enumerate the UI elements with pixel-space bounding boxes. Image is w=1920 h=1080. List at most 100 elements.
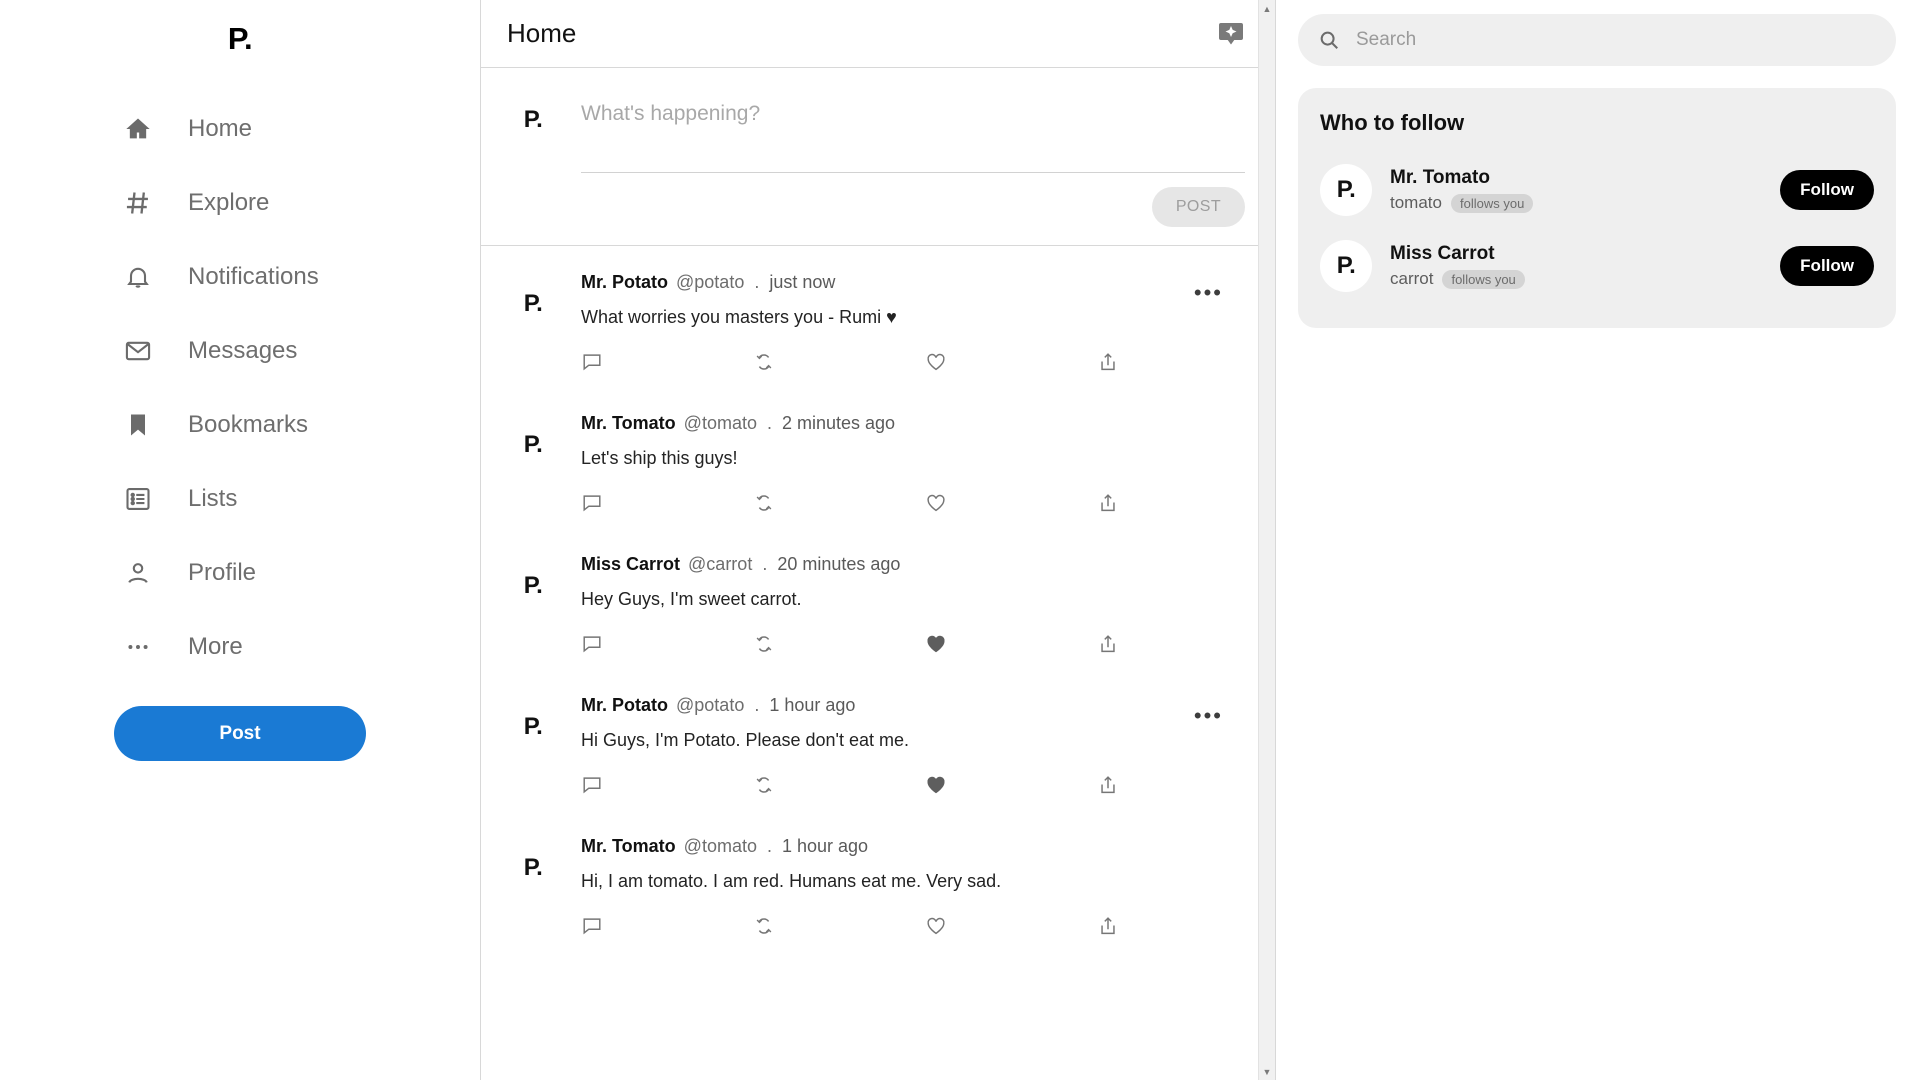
scroll-up-icon[interactable]: ▲ [1259,0,1276,17]
tweet-composer: P. POST [481,68,1275,246]
tweet-separator: . [762,554,767,576]
share-icon[interactable] [1097,351,1269,373]
tweet-author-name: Mr. Potato [581,272,668,294]
sidebar-item-bookmarks[interactable]: Bookmarks [110,388,370,462]
tweet-author-handle: @potato [676,695,744,717]
brand-logo[interactable]: P. [110,8,370,70]
share-icon[interactable] [1097,492,1269,514]
search-container[interactable] [1298,14,1896,66]
suggestion-name: Miss Carrot [1390,243,1780,265]
follow-button[interactable]: Follow [1780,246,1874,286]
sidebar-item-explore[interactable]: Explore [110,166,370,240]
primary-nav: Home Explore Notifications Messages [110,92,370,684]
right-sidebar: Who to follow P. Mr. Tomato tomato follo… [1276,0,1920,1080]
sidebar-item-profile[interactable]: Profile [110,536,370,610]
tweet-more-menu-icon[interactable]: ••• [1194,713,1223,719]
tweet-author-handle: @carrot [688,554,752,576]
tweet-item[interactable]: P. Mr. Potato @potato . 1 hour ago Hi Gu… [481,669,1275,810]
comment-icon[interactable] [581,915,753,937]
retweet-icon[interactable] [753,351,925,373]
sidebar-item-home[interactable]: Home [110,92,370,166]
status-badge: follows you [1451,194,1533,213]
tweet-item[interactable]: P. Mr. Potato @potato . just now What wo… [481,246,1275,387]
comment-icon[interactable] [581,633,753,655]
home-icon [110,115,166,143]
heart-icon[interactable] [925,492,1097,514]
tweet-timestamp: 2 minutes ago [782,413,895,435]
person-icon [110,559,166,587]
sidebar-item-label: More [188,633,243,661]
sidebar-item-label: Bookmarks [188,411,308,439]
tweet-separator: . [767,836,772,858]
page-title: Home [507,18,576,49]
post-submit-button[interactable]: POST [1152,187,1245,227]
tweet-actions [581,915,1269,937]
tweet-text: Hey Guys, I'm sweet carrot. [581,588,1269,611]
composer-actions: POST [581,187,1245,227]
compose-post-button[interactable]: Post [114,706,366,761]
left-sidebar: P. Home Explore Notifications [0,0,481,1080]
tweet-author-handle: @tomato [684,413,757,435]
heart-icon[interactable] [925,774,1097,796]
tweet-header: Miss Carrot @carrot . 20 minutes ago [581,554,1269,576]
tweet-author-handle: @tomato [684,836,757,858]
feed-scroll-area: P. POST P. Mr. Potato @potato . just no [481,68,1275,1080]
tweet-item[interactable]: P. Miss Carrot @carrot . 20 minutes ago … [481,528,1275,669]
comment-icon[interactable] [581,774,753,796]
sidebar-item-more[interactable]: More [110,610,370,684]
status-badge: follows you [1442,270,1524,289]
feed-column: Home P. POST P. Mr [481,0,1276,1080]
tweet-item[interactable]: P. Mr. Tomato @tomato . 1 hour ago Hi, I… [481,810,1275,951]
heart-icon[interactable] [925,351,1097,373]
tweet-item[interactable]: P. Mr. Tomato @tomato . 2 minutes ago Le… [481,387,1275,528]
feed-scrollbar[interactable]: ▲ ▼ [1258,0,1275,1080]
tweet-timestamp: 1 hour ago [769,695,855,717]
suggestion-handle: carrot [1390,269,1433,289]
tweet-header: Mr. Tomato @tomato . 2 minutes ago [581,413,1269,435]
sidebar-item-label: Lists [188,485,237,513]
heart-icon[interactable] [925,633,1097,655]
tweet-timestamp: just now [769,272,835,294]
tweet-text: Hi Guys, I'm Potato. Please don't eat me… [581,729,1269,752]
follow-suggestion-row[interactable]: P. Mr. Tomato tomato follows you Follow [1320,152,1874,228]
comment-icon[interactable] [581,492,753,514]
sparkle-bubble-icon[interactable] [1211,14,1251,54]
sidebar-item-messages[interactable]: Messages [110,314,370,388]
follow-button[interactable]: Follow [1780,170,1874,210]
tweet-separator: . [767,413,772,435]
retweet-icon[interactable] [753,633,925,655]
tweet-body: Mr. Potato @potato . just now What worri… [581,272,1269,373]
who-to-follow-card: Who to follow P. Mr. Tomato tomato follo… [1298,88,1896,328]
tweet-separator: . [754,272,759,294]
suggestion-handle: tomato [1390,193,1442,213]
compose-input[interactable] [581,98,1245,173]
follow-suggestion-row[interactable]: P. Miss Carrot carrot follows you Follow [1320,228,1874,304]
retweet-icon[interactable] [753,915,925,937]
mail-icon [110,337,166,365]
retweet-icon[interactable] [753,492,925,514]
who-to-follow-title: Who to follow [1320,110,1874,136]
sidebar-item-label: Home [188,115,252,143]
tweet-text: Hi, I am tomato. I am red. Humans eat me… [581,870,1269,893]
tweet-author-handle: @potato [676,272,744,294]
tweet-body: Miss Carrot @carrot . 20 minutes ago Hey… [581,554,1269,655]
retweet-icon[interactable] [753,774,925,796]
sidebar-item-notifications[interactable]: Notifications [110,240,370,314]
share-icon[interactable] [1097,915,1269,937]
tweet-more-menu-icon[interactable]: ••• [1194,290,1223,296]
search-input[interactable] [1356,29,1876,51]
avatar: P. [509,562,557,610]
sidebar-item-lists[interactable]: Lists [110,462,370,536]
tweet-header: Mr. Potato @potato . just now [581,272,1269,294]
scroll-down-icon[interactable]: ▼ [1259,1063,1276,1080]
sidebar-item-label: Explore [188,189,269,217]
search-icon [1318,29,1340,51]
heart-icon[interactable] [925,915,1097,937]
tweet-author-name: Mr. Tomato [581,413,676,435]
feed-header: Home [481,0,1275,68]
comment-icon[interactable] [581,351,753,373]
tweet-body: Mr. Tomato @tomato . 2 minutes ago Let's… [581,413,1269,514]
composer-body: POST [581,96,1245,227]
share-icon[interactable] [1097,633,1269,655]
share-icon[interactable] [1097,774,1269,796]
